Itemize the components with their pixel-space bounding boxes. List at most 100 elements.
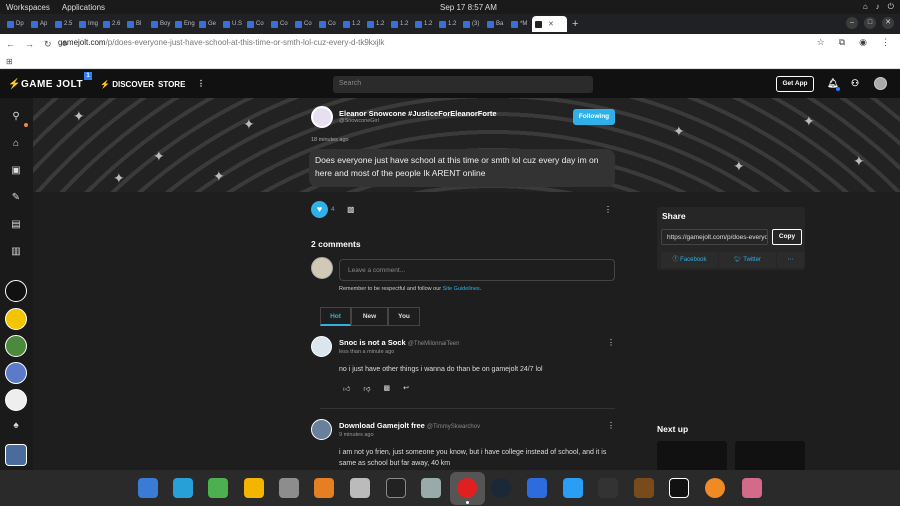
browser-tab[interactable]: Boy: [148, 16, 171, 32]
extensions-icon[interactable]: ⧉: [839, 37, 845, 48]
copy-button[interactable]: Copy: [772, 229, 802, 245]
apps-grid-icon[interactable]: ⊞: [6, 57, 13, 66]
browser-tab[interactable]: Co: [316, 16, 339, 32]
dock-app-icon[interactable]: [457, 478, 477, 498]
search-input[interactable]: Search: [333, 76, 593, 93]
dock-app-icon[interactable]: [634, 478, 654, 498]
dock-app-icon[interactable]: [350, 478, 370, 498]
sticker-icon[interactable]: ▩: [347, 205, 355, 214]
user-avatar[interactable]: [874, 77, 887, 90]
more-menu-icon[interactable]: ⋮: [197, 79, 205, 88]
reload-icon[interactable]: ↻: [44, 39, 52, 50]
reply-icon[interactable]: ↩: [403, 384, 409, 393]
get-app-button[interactable]: Get App: [776, 76, 814, 92]
browser-tab[interactable]: ✕: [532, 16, 567, 32]
minimize-button[interactable]: –: [846, 17, 858, 29]
browser-tab[interactable]: Img: [76, 16, 99, 32]
browser-tab[interactable]: (3): [460, 16, 483, 32]
browser-tab[interactable]: Bl: [124, 16, 147, 32]
browser-tab[interactable]: 1.2: [388, 16, 411, 32]
network-icon[interactable]: ⌂: [863, 2, 868, 12]
browser-tab[interactable]: 2.6: [100, 16, 123, 32]
dock-app-icon[interactable]: [742, 478, 762, 498]
thumbs-down-icon[interactable]: 👎︎: [363, 384, 370, 393]
share-url-field[interactable]: https://gamejolt.com/p/does-everyone: [661, 229, 768, 245]
dock-app-icon[interactable]: [244, 478, 264, 498]
share-more-button[interactable]: ⋯: [777, 252, 804, 268]
next-up-card[interactable]: [735, 441, 805, 470]
dock-app-icon[interactable]: [279, 478, 299, 498]
dock-app-icon[interactable]: [421, 478, 441, 498]
tab-you[interactable]: You: [388, 307, 420, 326]
workspaces-menu[interactable]: Workspaces: [6, 3, 50, 12]
community-avatar[interactable]: [5, 308, 27, 330]
friends-icon[interactable]: ⚇: [851, 78, 859, 89]
dock-app-icon[interactable]: [527, 478, 547, 498]
like-count[interactable]: 4: [331, 206, 335, 213]
dock-app-icon[interactable]: [386, 478, 406, 498]
library-icon[interactable]: ▥: [8, 243, 24, 259]
dock-app-icon[interactable]: [314, 478, 334, 498]
add-community-icon[interactable]: ♠: [8, 417, 24, 433]
browser-menu-icon[interactable]: ⋮: [881, 37, 890, 48]
gamejolt-logo[interactable]: ⚡GAME JOLT: [8, 79, 83, 90]
inventory-icon[interactable]: ▣: [8, 162, 24, 178]
browser-tab[interactable]: Ge: [196, 16, 219, 32]
chat-icon[interactable]: ▤: [8, 216, 24, 232]
browser-tab[interactable]: 1.2: [412, 16, 435, 32]
comment-more-icon[interactable]: ⋮: [607, 338, 615, 347]
url-field[interactable]: gamejolt.com/p/does-everyone-just-have-s…: [58, 38, 384, 47]
post-more-icon[interactable]: ⋮: [604, 205, 612, 214]
dock-app-icon[interactable]: [598, 478, 618, 498]
comment-more-icon[interactable]: ⋮: [607, 421, 615, 430]
dock-app-icon[interactable]: [138, 478, 158, 498]
browser-tab[interactable]: Co: [268, 16, 291, 32]
following-button[interactable]: Following: [573, 109, 615, 125]
community-avatar[interactable]: [5, 389, 27, 411]
browser-tab[interactable]: Co: [292, 16, 315, 32]
author-name[interactable]: Eleanor Snowcone #JusticeForEleanorForte: [339, 109, 497, 118]
maximize-button[interactable]: □: [864, 17, 876, 29]
tab-new[interactable]: New: [351, 307, 388, 326]
comment-avatar[interactable]: [311, 419, 332, 440]
dock-app-icon[interactable]: [208, 478, 228, 498]
browser-tab[interactable]: Eng: [172, 16, 195, 32]
tab-hot[interactable]: Hot: [320, 307, 351, 326]
comment-author[interactable]: Download Gamejolt free @TimmySkwarchov: [339, 421, 480, 430]
close-window-button[interactable]: ✕: [882, 17, 894, 29]
volume-icon[interactable]: ♪: [876, 2, 880, 12]
activity-icon[interactable]: ⚲: [8, 108, 24, 124]
sticker-add-icon[interactable]: ▩: [383, 384, 390, 393]
browser-tab[interactable]: 1.2: [364, 16, 387, 32]
browser-tab[interactable]: 1.2: [340, 16, 363, 32]
store-icon[interactable]: ⌂: [8, 135, 24, 151]
facebook-share-button[interactable]: ⓕ Facebook: [661, 252, 718, 268]
dock-app-icon[interactable]: [669, 478, 689, 498]
thumbs-up-icon[interactable]: 👍︎: [343, 384, 350, 393]
browser-tab[interactable]: Co: [244, 16, 267, 32]
community-avatar[interactable]: [5, 335, 27, 357]
bookmark-star-icon[interactable]: ☆: [817, 37, 825, 48]
community-avatar[interactable]: [5, 362, 27, 384]
power-icon[interactable]: ⏻: [888, 2, 894, 12]
browser-tab[interactable]: Ap: [28, 16, 51, 32]
comment-input[interactable]: Leave a comment...: [339, 259, 615, 281]
tab-close-icon[interactable]: ✕: [548, 20, 554, 28]
community-avatar[interactable]: [5, 280, 27, 302]
system-tray[interactable]: ⌂ ♪ ⏻: [863, 2, 894, 12]
store-link[interactable]: STORE: [158, 80, 185, 89]
new-tab-button[interactable]: +: [572, 18, 578, 30]
browser-tab[interactable]: U.S: [220, 16, 243, 32]
author-avatar[interactable]: [311, 106, 333, 128]
discover-link[interactable]: ⚡ DISCOVER: [100, 80, 154, 89]
dock-app-icon[interactable]: [173, 478, 193, 498]
comment-avatar[interactable]: [311, 336, 332, 357]
twitter-share-button[interactable]: 🐦︎ Twitter: [719, 252, 776, 268]
browser-tab[interactable]: Ba: [484, 16, 507, 32]
author-handle[interactable]: @SnowconeGirl: [339, 118, 379, 124]
dock-app-icon[interactable]: [705, 478, 725, 498]
browser-tab[interactable]: 1.2: [436, 16, 459, 32]
forward-icon[interactable]: →: [25, 39, 34, 49]
next-up-card[interactable]: [657, 441, 727, 470]
profile-icon[interactable]: ◉: [859, 37, 867, 48]
